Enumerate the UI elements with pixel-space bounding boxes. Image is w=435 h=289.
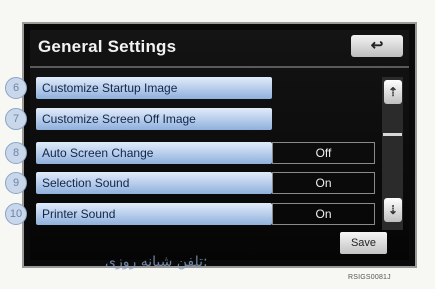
customize-screen-off-image-button[interactable]: Customize Screen Off Image bbox=[36, 108, 272, 130]
row-number-badge: 8 bbox=[5, 142, 27, 164]
save-button[interactable]: Save bbox=[340, 232, 387, 254]
scroll-up-button[interactable]: ⇡ bbox=[384, 80, 402, 104]
header-divider bbox=[30, 66, 409, 68]
printer-sound-button[interactable]: Printer Sound bbox=[36, 203, 272, 225]
auto-screen-change-button[interactable]: Auto Screen Change bbox=[36, 142, 272, 164]
row-number-badge: 6 bbox=[5, 77, 27, 99]
auto-screen-change-value: Off bbox=[272, 142, 375, 164]
watermark-text: تلفن شبانه روزی: bbox=[105, 254, 208, 270]
selection-sound-button[interactable]: Selection Sound bbox=[36, 172, 272, 194]
scrollbar-thumb[interactable] bbox=[383, 133, 402, 136]
row-number-badge: 10 bbox=[5, 203, 27, 225]
printer-sound-value: On bbox=[272, 203, 375, 225]
customize-startup-image-button[interactable]: Customize Startup Image bbox=[36, 77, 272, 99]
scroll-down-button[interactable]: ⇣ bbox=[384, 198, 402, 222]
row-number-badge: 7 bbox=[5, 108, 27, 130]
scroll-up-arrow-icon: ⇡ bbox=[387, 85, 399, 99]
row-number-badge: 9 bbox=[5, 172, 27, 194]
selection-sound-value: On bbox=[272, 172, 375, 194]
image-code-label: RSIGS0081J bbox=[348, 274, 391, 281]
back-button[interactable]: ↩ bbox=[351, 35, 403, 57]
return-arrow-icon: ↩ bbox=[370, 37, 384, 54]
scroll-down-arrow-icon: ⇣ bbox=[387, 203, 399, 217]
page-title: General Settings bbox=[38, 37, 177, 56]
